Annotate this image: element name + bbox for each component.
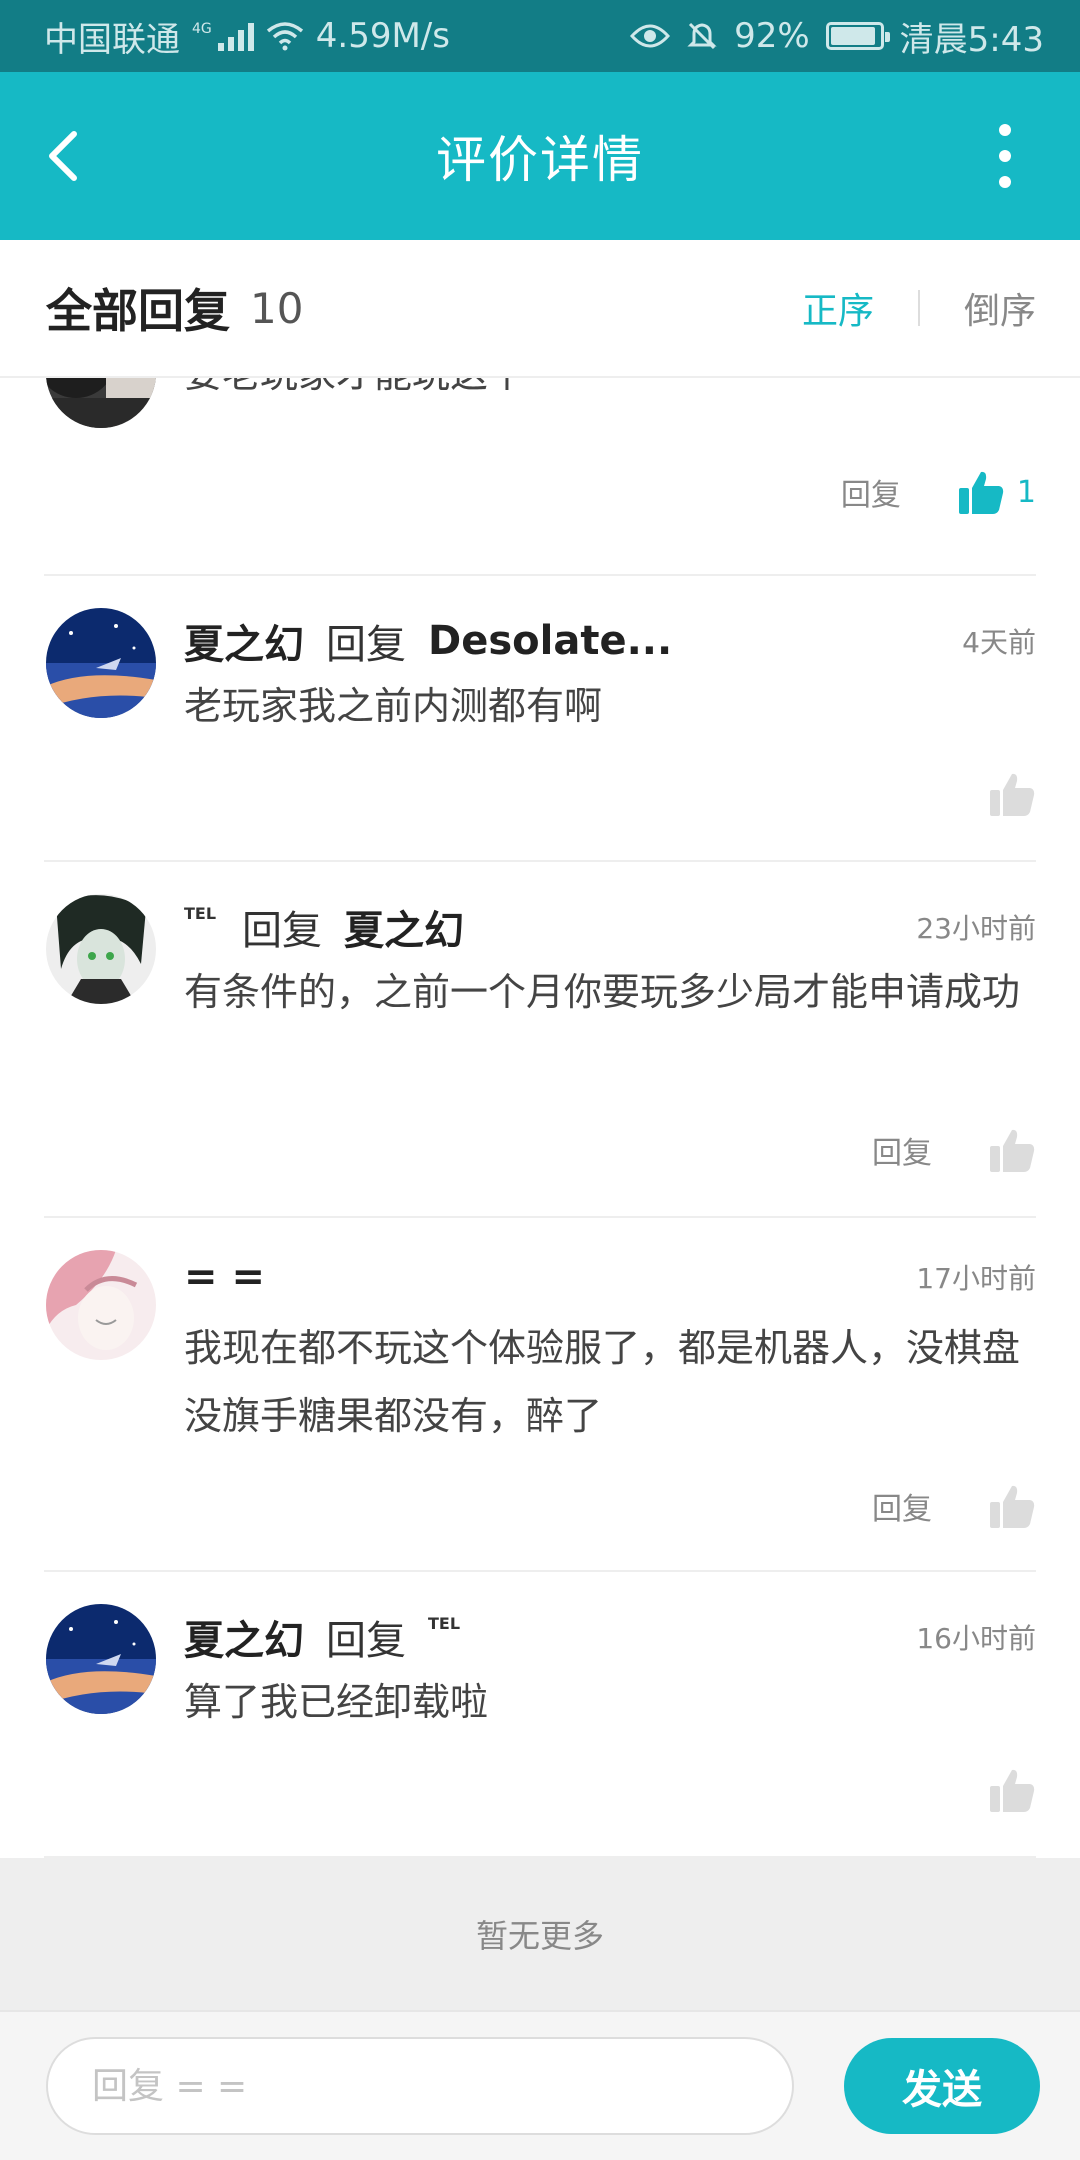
comment-actions xyxy=(988,770,1036,818)
send-button[interactable]: 发送 xyxy=(844,2038,1040,2134)
comment-time: 17小时前 xyxy=(916,1262,1036,1295)
carrier-label: 中国联通 xyxy=(44,19,180,60)
comment-actions: 回复 1 xyxy=(841,468,1036,516)
sort-ascending-button[interactable]: 正序 xyxy=(802,282,874,334)
battery-icon xyxy=(825,22,890,50)
reply-button[interactable]: 回复 xyxy=(841,470,901,514)
like-count: 1 xyxy=(1016,474,1036,510)
sort-divider xyxy=(917,290,920,326)
sort-descending-button[interactable]: 倒序 xyxy=(964,282,1036,334)
comment-time: 23小时前 xyxy=(916,912,1036,945)
author-name[interactable]: = = xyxy=(184,1254,265,1300)
thumbs-up-icon[interactable] xyxy=(988,1766,1036,1814)
author-name[interactable]: TEL xyxy=(184,904,216,923)
comment-time: 16小时前 xyxy=(916,1622,1036,1655)
comment-item: = = 17小时前 我现在都不玩这个体验服了，都是机器人，没棋盘没旗手糖果都没有… xyxy=(44,1218,1036,1572)
avatar[interactable] xyxy=(46,894,156,1004)
comment-text: 算了我已经卸载啦 xyxy=(184,1680,489,1724)
reply-button[interactable]: 回复 xyxy=(872,1128,932,1172)
comment-item: TEL 回复 夏之幻 23小时前 有条件的，之前一个月你要玩多少局才能申请成功 … xyxy=(44,862,1036,1218)
comment-meta: = = 17小时前 xyxy=(184,1254,1036,1300)
thumbs-up-icon[interactable] xyxy=(957,468,1005,516)
reply-label: 回复 xyxy=(326,1618,406,1664)
reply-label: 回复 xyxy=(326,622,406,668)
thumbs-up-icon[interactable] xyxy=(988,1482,1036,1530)
reply-bar: 发送 xyxy=(0,2010,1080,2160)
network-type-label: 4G xyxy=(192,21,212,37)
replies-count: 10 xyxy=(250,283,304,333)
avatar[interactable] xyxy=(46,378,156,428)
sort-toggle: 正序 倒序 xyxy=(802,282,1036,334)
comment-meta: 夏之幻 回复 TEL 16小时前 xyxy=(184,1608,1036,1666)
avatar[interactable] xyxy=(46,1604,156,1714)
signal-icon: 4G xyxy=(192,21,254,51)
comment-time: 4天前 xyxy=(962,626,1036,659)
comment-actions: 回复 xyxy=(872,1482,1036,1530)
author-name[interactable]: 夏之幻 xyxy=(184,1608,304,1666)
reply-button[interactable]: 回复 xyxy=(872,1484,932,1528)
comment-meta: TEL 回复 夏之幻 23小时前 xyxy=(184,898,1036,956)
comment-actions: 回复 xyxy=(872,1126,1036,1174)
comment-actions xyxy=(988,1766,1036,1814)
replies-title: 全部回复 xyxy=(46,284,230,338)
comment-text: 要老玩家才能玩这个 xyxy=(184,378,1028,408)
reply-target-name[interactable]: 夏之幻 xyxy=(344,898,464,956)
comment-text: 老玩家我之前内测都有啊 xyxy=(184,684,603,728)
network-speed: 4.59M/s xyxy=(315,16,450,56)
comment-text: 我现在都不玩这个体验服了，都是机器人，没棋盘没旗手糖果都没有，醉了 xyxy=(184,1326,1021,1438)
wifi-icon xyxy=(266,22,303,51)
more-menu-button[interactable] xyxy=(990,124,1020,188)
author-name[interactable]: 夏之幻 xyxy=(184,612,304,670)
clock: 清晨5:43 xyxy=(899,19,1044,60)
reply-input[interactable] xyxy=(46,2037,794,2135)
avatar[interactable] xyxy=(46,1250,156,1360)
battery-percent: 92% xyxy=(734,16,810,56)
bell-off-icon xyxy=(687,22,717,50)
eye-icon xyxy=(630,24,671,48)
page-title: 评价详情 xyxy=(436,131,644,189)
avatar[interactable] xyxy=(46,608,156,718)
comment-meta: 夏之幻 回复 Desolate... 4天前 xyxy=(184,612,1036,670)
back-button[interactable] xyxy=(44,120,104,192)
back-arrow-icon xyxy=(49,131,77,181)
reply-label: 回复 xyxy=(242,908,323,954)
comment-item: 要老玩家才能玩这个 回复 1 xyxy=(44,378,1036,576)
status-bar: 中国联通 4G 4.59M/s 92% 清晨5:43 xyxy=(0,0,1080,72)
comment-item: 夏之幻 回复 Desolate... 4天前 老玩家我之前内测都有啊 xyxy=(44,576,1036,862)
thumbs-up-icon[interactable] xyxy=(988,1126,1036,1174)
comment-item: 夏之幻 回复 TEL 16小时前 算了我已经卸载啦 xyxy=(44,1572,1036,1858)
reply-target-name[interactable]: Desolate... xyxy=(428,618,672,664)
more-vertical-icon xyxy=(999,124,1011,136)
comment-text: 有条件的，之前一个月你要玩多少局才能申请成功 xyxy=(184,970,1021,1014)
comment-list: 要老玩家才能玩这个 回复 1 夏之幻 回复 Desolate... 4天前 xyxy=(0,378,1080,1858)
replies-header: 全部回复 10 正序 倒序 xyxy=(0,240,1080,378)
no-more-label: 暂无更多 xyxy=(0,1858,1080,2010)
thumbs-up-icon[interactable] xyxy=(988,770,1036,818)
reply-target-name[interactable]: TEL xyxy=(428,1614,460,1633)
app-bar: 评价详情 xyxy=(0,72,1080,240)
